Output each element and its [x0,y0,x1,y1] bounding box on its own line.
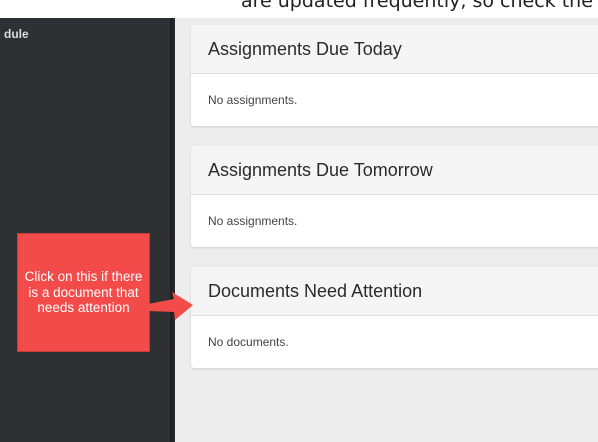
assignments-due-today-card: Assignments Due Today No assignments. [191,25,598,126]
dashboard-main: Assignments Due Today No assignments. As… [175,18,598,442]
assignments-due-today-header[interactable]: Assignments Due Today [191,25,598,74]
assignments-due-tomorrow-card: Assignments Due Tomorrow No assignments. [191,146,598,247]
sidebar: dule [0,18,170,442]
annotation-callout: Click on this if there is a document tha… [17,233,150,352]
cropped-instruction-text: are updated frequently, so check the nav… [241,0,598,12]
sidebar-item-schedule-label[interactable]: dule [4,27,29,41]
annotation-callout-text: Click on this if there is a document tha… [24,269,143,316]
annotation-arrow-icon [148,292,193,320]
assignments-due-tomorrow-header[interactable]: Assignments Due Tomorrow [191,146,598,195]
page-top-text-strip: are updated frequently, so check the nav… [0,0,598,18]
assignments-due-today-empty-text: No assignments. [208,93,298,107]
documents-need-attention-card: Documents Need Attention No documents. [191,267,598,368]
documents-need-attention-header[interactable]: Documents Need Attention [191,267,598,316]
assignments-due-tomorrow-empty-text: No assignments. [208,214,298,228]
documents-need-attention-empty-text: No documents. [208,335,289,349]
